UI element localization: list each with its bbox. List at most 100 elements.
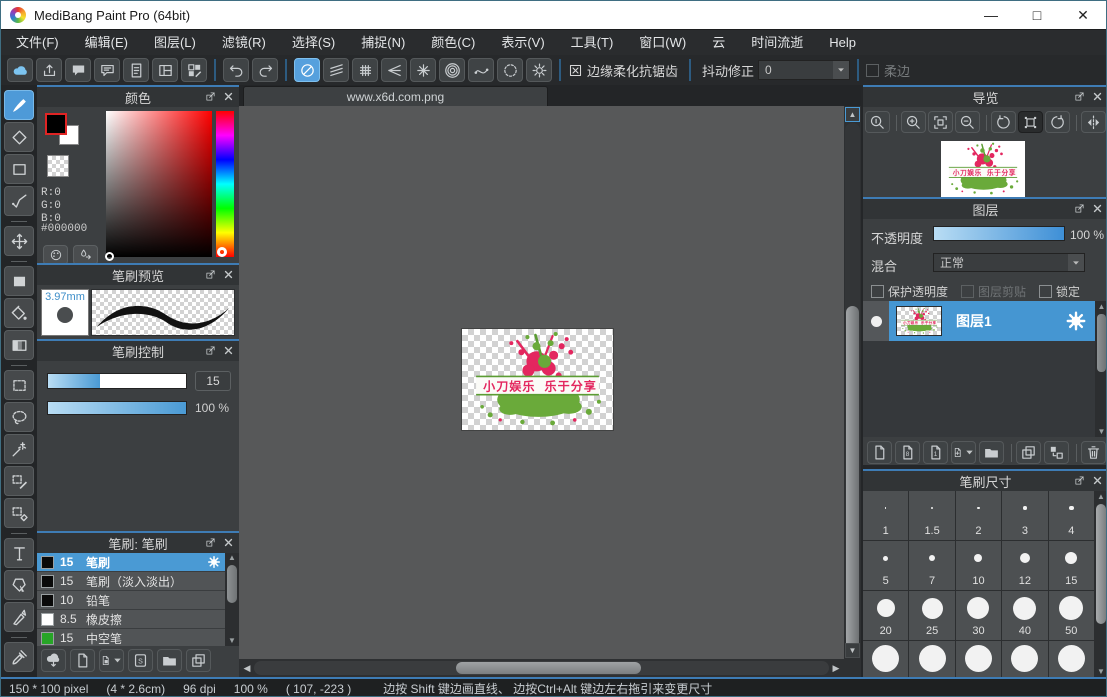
fill-shape-tool-button[interactable] (4, 266, 34, 296)
close-icon[interactable] (1092, 475, 1103, 486)
brush-size-cell[interactable]: 2 (956, 491, 1001, 540)
gear-icon[interactable] (207, 555, 221, 569)
fit-window-button[interactable] (928, 111, 953, 133)
zoom-out-button[interactable] (955, 111, 980, 133)
scrollbar-thumb[interactable] (1096, 504, 1106, 624)
brush-list-item[interactable]: 8.5 橡皮擦 (37, 610, 225, 629)
publish-button[interactable] (36, 58, 62, 82)
flip-horizontal-button[interactable] (1081, 111, 1106, 133)
layer-visibility-toggle[interactable] (863, 301, 889, 341)
snap-grid-button[interactable] (352, 58, 378, 82)
brush-size-cell[interactable] (1002, 641, 1047, 677)
brush-size-cell[interactable] (956, 641, 1001, 677)
duplicate-layer-button[interactable] (1016, 441, 1041, 464)
soft-edge-checkbox[interactable] (866, 64, 879, 77)
comment-button[interactable] (65, 58, 91, 82)
brush-size-cell[interactable]: 40 (1002, 591, 1047, 640)
brush-size-cell[interactable]: 50 (1049, 591, 1094, 640)
menu-view[interactable]: 表示(V) (488, 30, 557, 56)
brush-folder-button[interactable] (157, 649, 182, 672)
scroll-right-button[interactable]: ▶ (829, 661, 843, 675)
brush-size-cell[interactable]: 15 (1049, 541, 1094, 590)
scroll-down-icon[interactable]: ▼ (1097, 666, 1105, 677)
scroll-down-button[interactable]: ▼ (845, 643, 860, 658)
brush-size-cell[interactable]: 20 (863, 591, 908, 640)
close-button[interactable]: ✕ (1060, 1, 1106, 29)
popout-icon[interactable] (205, 345, 216, 356)
brush-add-menu-button[interactable] (99, 649, 124, 672)
brush-size-cell[interactable]: 1.5 (909, 491, 954, 540)
menu-window[interactable]: 窗口(W) (626, 30, 699, 56)
brush-cloud-download-button[interactable] (41, 649, 66, 672)
add-8bit-layer-button[interactable] (895, 441, 920, 464)
brush-size-cell[interactable]: 7 (909, 541, 954, 590)
menu-timelapse[interactable]: 时间流逝 (738, 30, 816, 56)
menu-file[interactable]: 文件(F) (3, 30, 72, 56)
popout-icon[interactable] (205, 537, 216, 548)
reset-rotation-button[interactable] (1018, 111, 1043, 133)
brush-list-item[interactable]: 10 铅笔 (37, 591, 225, 610)
panel-cutter-tool-button[interactable] (4, 602, 34, 632)
gear-icon[interactable] (1065, 310, 1087, 332)
foreground-color-swatch[interactable] (45, 113, 67, 135)
brush-size-scrollbar[interactable]: ▲ ▼ (1094, 491, 1107, 677)
brush-size-cell[interactable]: 25 (909, 591, 954, 640)
menu-filter[interactable]: 滤镜(R) (209, 30, 279, 56)
canvas-horizontal-scrollbar[interactable]: ◀ ▶ (239, 659, 844, 677)
layer-row[interactable]: 图层1 (863, 301, 1095, 341)
minimize-button[interactable]: — (968, 1, 1014, 29)
menu-help[interactable]: Help (816, 30, 869, 56)
menu-layer[interactable]: 图层(L) (141, 30, 209, 56)
message-button[interactable] (94, 58, 120, 82)
eraser-tool-button[interactable] (4, 122, 34, 152)
canvas-vertical-scrollbar[interactable]: ▲ ▼ (844, 106, 861, 659)
close-icon[interactable] (1092, 203, 1103, 214)
shape-brush-tool-button[interactable] (4, 154, 34, 184)
scrollbar-thumb[interactable] (456, 662, 641, 674)
scroll-up-icon[interactable]: ▲ (228, 553, 236, 563)
scrollbar-thumb[interactable] (846, 306, 859, 651)
navigator-preview[interactable] (941, 141, 1025, 197)
rotate-ccw-button[interactable] (991, 111, 1016, 133)
brush-script-button[interactable] (128, 649, 153, 672)
menu-tool[interactable]: 工具(T) (558, 30, 627, 56)
clipping-toggle[interactable]: 图层剪贴 (961, 283, 1026, 300)
scroll-down-icon[interactable]: ▼ (228, 636, 236, 646)
lock-checkbox[interactable] (1039, 285, 1052, 298)
lock-toggle[interactable]: 锁定 (1039, 283, 1080, 300)
layer-opacity-slider[interactable] (933, 226, 1065, 241)
operation-tool-button[interactable] (4, 570, 34, 600)
zoom-in-button[interactable] (901, 111, 926, 133)
menu-select[interactable]: 选择(S) (279, 30, 348, 56)
hue-slider[interactable] (216, 111, 234, 257)
magic-wand-tool-button[interactable] (4, 434, 34, 464)
scroll-up-icon[interactable]: ▲ (1098, 301, 1106, 312)
scroll-up-icon[interactable]: ▲ (1097, 491, 1105, 502)
protect-alpha-toggle[interactable]: 保护透明度 (871, 283, 948, 300)
add-1bit-layer-button[interactable] (923, 441, 948, 464)
clipping-checkbox[interactable] (961, 285, 974, 298)
layer-list-scrollbar[interactable]: ▲ ▼ (1095, 301, 1107, 437)
brush-duplicate-button[interactable] (186, 649, 211, 672)
scrollbar-thumb[interactable] (227, 565, 237, 603)
brush-size-cell[interactable]: 4 (1049, 491, 1094, 540)
snap-ellipse-button[interactable] (497, 58, 523, 82)
protect-alpha-checkbox[interactable] (871, 285, 884, 298)
window-layout-button[interactable] (152, 58, 178, 82)
close-icon[interactable] (223, 269, 234, 280)
blend-mode-dropdown[interactable]: 正常 (933, 253, 1085, 272)
saturation-value-picker[interactable] (106, 111, 212, 257)
layer-folder-button[interactable] (979, 441, 1004, 464)
brush-size-cell[interactable]: 12 (1002, 541, 1047, 590)
material-palette-button[interactable] (181, 58, 207, 82)
eyedropper-tool-button[interactable] (4, 642, 34, 672)
add-layer-menu-button[interactable] (951, 441, 976, 464)
scroll-up-button[interactable]: ▲ (845, 107, 860, 122)
scroll-left-button[interactable]: ◀ (240, 661, 254, 675)
select-rect-tool-button[interactable] (4, 370, 34, 400)
scroll-down-icon[interactable]: ▼ (1098, 426, 1106, 437)
snap-vanishing-point-button[interactable] (381, 58, 407, 82)
brush-tool-button[interactable] (4, 90, 34, 120)
brush-list-item[interactable]: 15 中空笔 (37, 629, 225, 646)
delete-layer-button[interactable] (1081, 441, 1106, 464)
